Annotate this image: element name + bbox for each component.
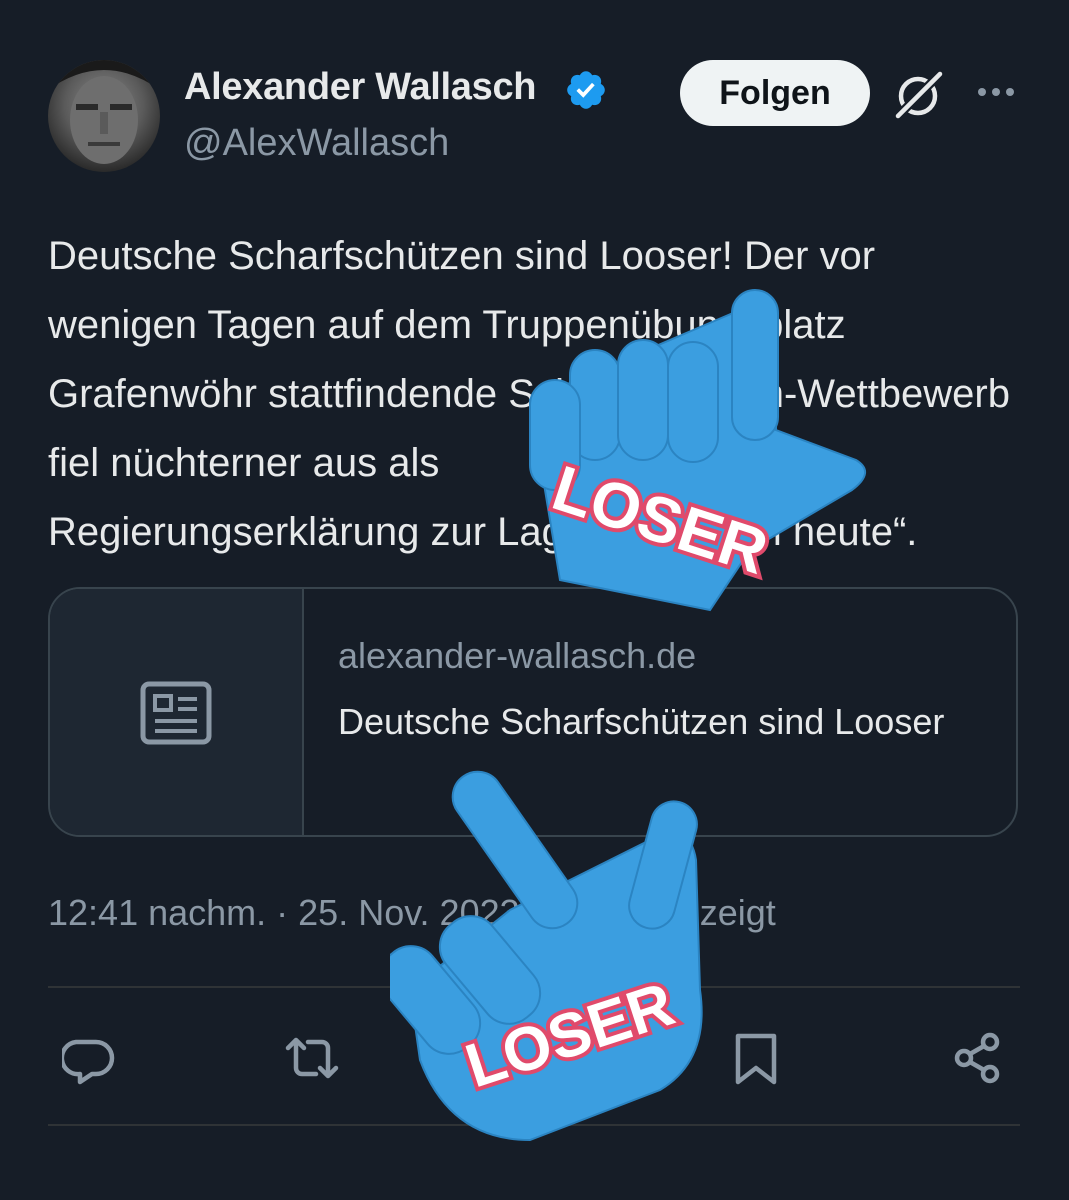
more-icon[interactable]: [972, 80, 1020, 104]
share-icon: [954, 1032, 1000, 1084]
retweet-button[interactable]: [284, 1030, 340, 1086]
card-thumbnail: [50, 589, 304, 835]
bookmark-icon: [735, 1033, 777, 1085]
author-name[interactable]: Alexander Wallasch: [184, 66, 537, 109]
tweet-time[interactable]: 12:41 nachm.: [48, 892, 266, 933]
card-title: Deutsche Scharfschützen sind Looser: [338, 701, 945, 742]
bookmark-button[interactable]: [728, 1030, 784, 1086]
retweet-icon: [285, 1037, 339, 1079]
follow-button[interactable]: Folgen: [680, 60, 870, 126]
verified-badge-icon: [567, 71, 605, 109]
share-button[interactable]: [950, 1030, 1006, 1086]
loser-hand-sticker: LOSER: [390, 770, 703, 1142]
article-icon: [140, 681, 212, 745]
avatar[interactable]: [48, 60, 160, 172]
reply-icon: [59, 1039, 115, 1085]
loser-hand-sticker: LOSER: [528, 289, 866, 612]
card-domain: alexander-wallasch.de: [338, 635, 697, 676]
grok-icon[interactable]: [892, 70, 946, 120]
meta-separator: ·: [266, 892, 299, 933]
reply-button[interactable]: [59, 1030, 118, 1086]
author-handle[interactable]: @AlexWallasch: [184, 122, 449, 165]
